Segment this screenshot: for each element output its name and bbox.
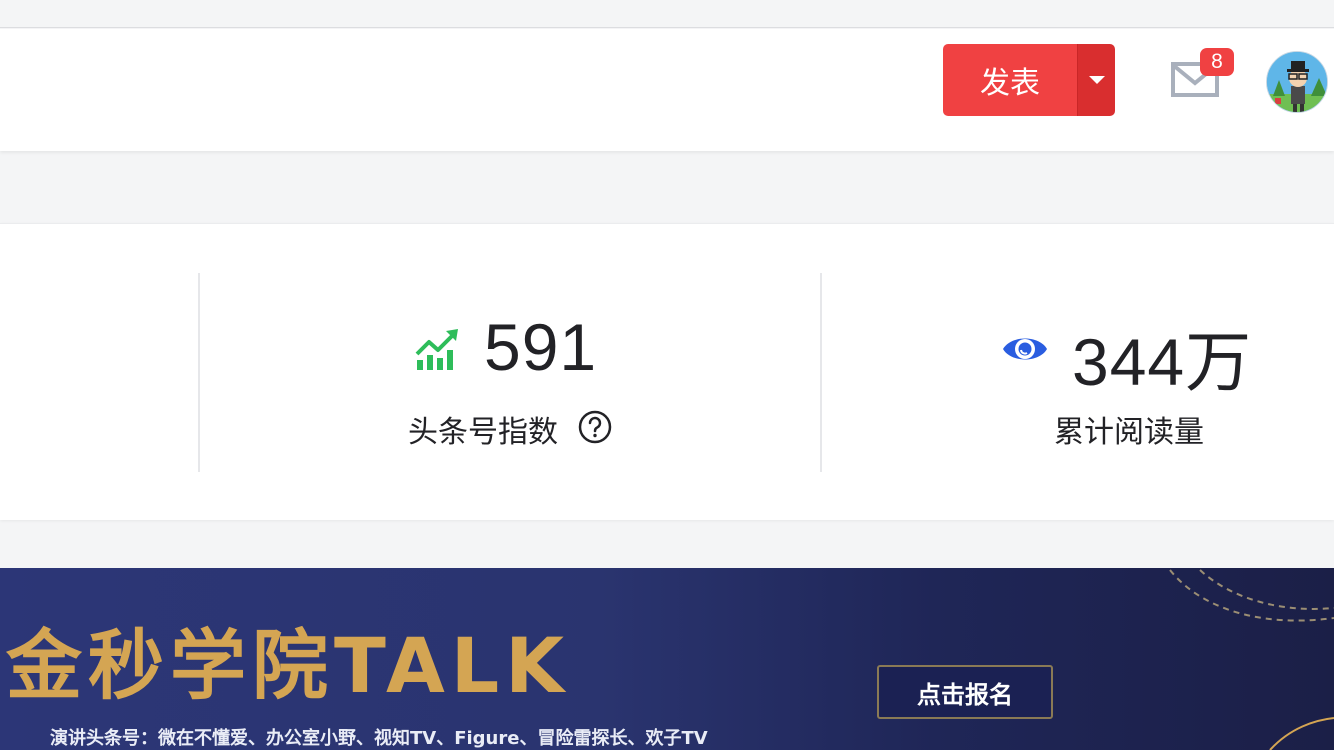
index-value: 591 <box>484 310 598 384</box>
trend-up-icon <box>415 329 458 370</box>
stat-divider <box>820 273 822 472</box>
banner-title: 金秒学院TALK <box>6 621 571 710</box>
stat-value-partial: 3 <box>0 309 3 385</box>
promo-banner[interactable]: 金秒学院TALK 演讲头条号：微在不懂爱、办公室小野、视知TV、Figure、冒… <box>0 568 1334 750</box>
reads-label: 累计阅读量 <box>1054 415 1204 450</box>
banner-decoration <box>1169 569 1334 750</box>
banner-subtitle: 演讲头条号：微在不懂爱、办公室小野、视知TV、Figure、冒险雷探长、欢子TV <box>50 728 708 749</box>
chevron-down-icon <box>1088 76 1105 84</box>
header-bar: 发表 8 <box>0 29 1334 151</box>
eye-icon <box>1003 338 1047 360</box>
index-label: 头条号指数 <box>408 415 558 450</box>
publish-button-group: 发表 <box>943 44 1115 116</box>
reads-value: 344万 <box>1072 325 1253 399</box>
avatar-image <box>1267 52 1327 112</box>
help-icon[interactable] <box>578 410 612 444</box>
top-strip <box>0 0 1334 28</box>
notification-badge: 8 <box>1200 48 1234 76</box>
stats-card: 3 591 头条号指数 <box>0 223 1334 520</box>
page: 发表 8 591 头条号指数 344万 累计阅读量 金秒学院TALK 演讲头条号… <box>0 0 1334 750</box>
avatar[interactable] <box>1266 51 1328 113</box>
publish-dropdown-button[interactable] <box>1077 44 1115 116</box>
publish-button[interactable]: 发表 <box>943 44 1077 116</box>
signup-button[interactable]: 点击报名 <box>877 665 1053 719</box>
stat-divider <box>198 273 200 472</box>
